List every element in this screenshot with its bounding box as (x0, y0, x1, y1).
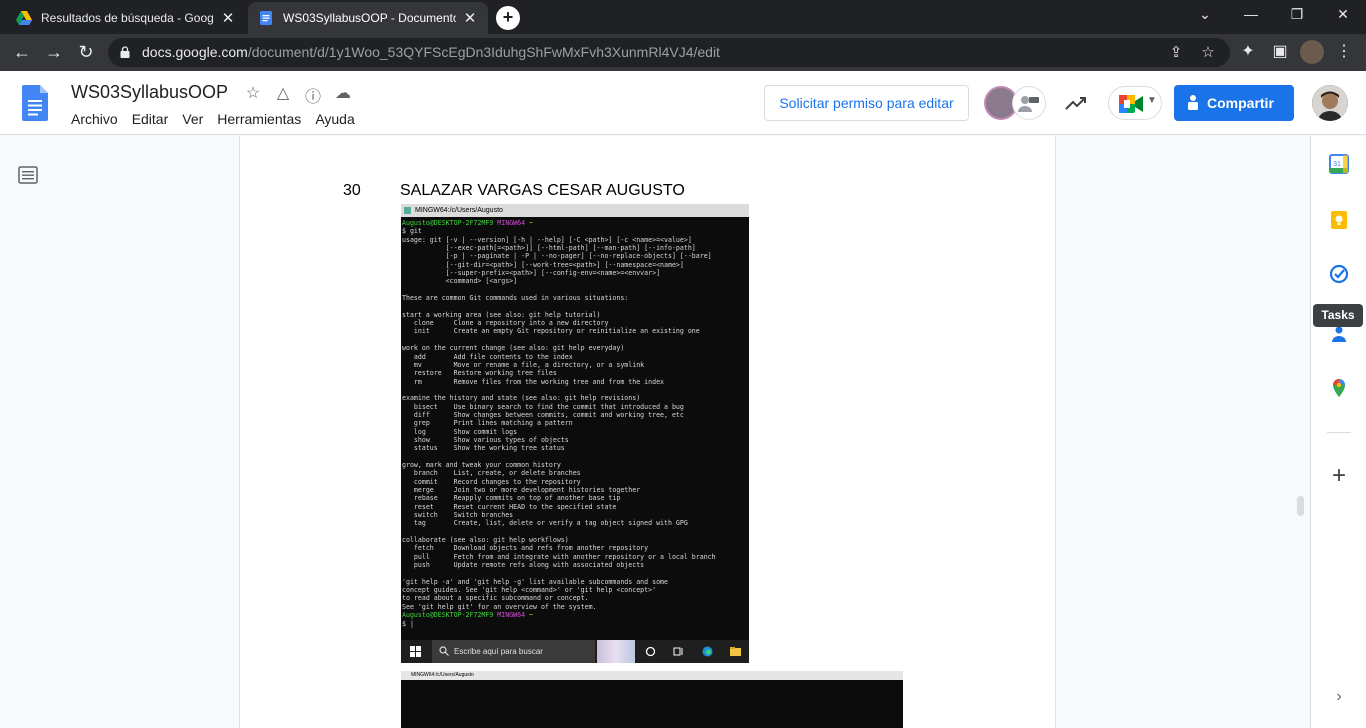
chevron-down-icon: ▼ (1147, 95, 1157, 106)
side-panel: 31 + › (1310, 136, 1366, 728)
taskbar-search-box: Escribe aquí para buscar (432, 640, 595, 663)
tab-document[interactable]: WS03SyllabusOOP - Documentos de Google ✕ (248, 2, 488, 34)
document-outline-icon[interactable] (18, 166, 38, 184)
terminal-title-bar: MINGW64:/c/Users/Augusto (401, 204, 749, 217)
url-text: docs.google.com/document/d/1y1Woo_53QYFS… (142, 44, 720, 60)
document-title[interactable]: WS03SyllabusOOP (71, 82, 228, 103)
menu-bar: Archivo Editar Ver Herramientas Ayuda (71, 111, 369, 127)
document-page[interactable]: 30 SALAZAR VARGAS CESAR AUGUSTO MINGW64:… (239, 136, 1056, 728)
close-tab-icon[interactable]: ✕ (462, 9, 478, 27)
file-explorer-icon (730, 647, 741, 656)
lock-person-icon (1188, 95, 1198, 110)
side-panel-icon[interactable]: ▣ (1268, 40, 1292, 64)
bookmark-star-icon[interactable]: ☆ (1198, 43, 1218, 63)
profile-avatar[interactable] (1300, 40, 1324, 64)
terminal-output: Augusto@DESKTOP-2F72MF9 MINGW64 ~ $ git … (402, 219, 716, 628)
menu-kebab-icon[interactable]: ⋮ (1332, 40, 1356, 64)
close-window-icon[interactable]: ✕ (1331, 6, 1355, 23)
windows-start-icon (410, 646, 421, 657)
add-shortcut-drive-icon[interactable]: △ (273, 83, 293, 103)
terminal-lines: $ git usage: git [-v | --version] [-h | … (402, 227, 716, 611)
menu-herramientas[interactable]: Herramientas (217, 111, 301, 127)
terminal-screenshot-image[interactable]: MINGW64:/c/Users/Augusto Augusto@DESKTOP… (401, 204, 749, 663)
lock-icon (120, 46, 130, 58)
request-edit-button[interactable]: Solicitar permiso para editar (764, 85, 969, 121)
side-panel-divider (1327, 432, 1351, 433)
taskbar-thumbnail (597, 640, 635, 663)
terminal-title-bar: MINGW64:/c/Users/Augusto (401, 671, 903, 680)
browser-tab-strip: Resultados de búsqueda - Google Drive ✕ … (0, 0, 1366, 34)
forward-arrow-icon[interactable]: → (42, 40, 66, 64)
activity-trend-icon[interactable] (1064, 91, 1088, 115)
search-icon (439, 646, 449, 656)
back-arrow-icon[interactable]: ← (10, 40, 34, 64)
menu-ayuda[interactable]: Ayuda (315, 111, 354, 127)
menu-ver[interactable]: Ver (182, 111, 203, 127)
row-number: 30 (343, 182, 361, 199)
address-bar[interactable]: docs.google.com/document/d/1y1Woo_53QYFS… (108, 38, 1230, 67)
menu-editar[interactable]: Editar (132, 111, 169, 127)
new-tab-button[interactable]: + (496, 6, 520, 30)
google-meet-icon (1119, 95, 1143, 113)
tab-title: Resultados de búsqueda - Google Drive (41, 11, 214, 25)
anonymous-viewers-icon[interactable] (1012, 86, 1046, 120)
docs-header: WS03SyllabusOOP ☆ △ ⓘ ☁ Archivo Editar V… (0, 71, 1366, 135)
cloud-status-icon[interactable]: ☁ (333, 83, 353, 103)
browser-toolbar: ← → ↻ docs.google.com/document/d/1y1Woo_… (0, 34, 1366, 71)
student-name: SALAZAR VARGAS CESAR AUGUSTO (400, 182, 685, 199)
keep-icon[interactable] (1329, 210, 1349, 230)
windows-taskbar: Escribe aquí para buscar (401, 640, 749, 663)
document-canvas: 30 SALAZAR VARGAS CESAR AUGUSTO MINGW64:… (0, 136, 1310, 728)
scrollbar-thumb[interactable] (1297, 496, 1304, 516)
expand-panel-chevron-icon[interactable]: › (1329, 688, 1349, 708)
maps-icon[interactable] (1329, 378, 1349, 398)
cortana-icon (645, 646, 656, 657)
menu-archivo[interactable]: Archivo (71, 111, 118, 127)
extensions-puzzle-icon[interactable]: ✦ (1236, 40, 1260, 64)
info-icon[interactable]: ⓘ (303, 83, 323, 106)
minimize-icon[interactable]: — (1239, 6, 1263, 22)
share-button[interactable]: Compartir (1174, 85, 1294, 121)
calendar-icon[interactable]: 31 (1329, 154, 1349, 174)
share-page-icon[interactable]: ⇪ (1166, 43, 1186, 63)
tab-drive-search[interactable]: Resultados de búsqueda - Google Drive ✕ (6, 2, 246, 34)
mingw-icon (404, 207, 411, 214)
add-addon-icon[interactable]: + (1329, 464, 1349, 488)
restore-window-icon[interactable]: ❐ (1285, 6, 1309, 23)
tab-title: WS03SyllabusOOP - Documentos de Google (283, 11, 456, 25)
second-terminal-screenshot[interactable]: MINGW64:/c/Users/Augusto (401, 671, 903, 728)
docs-logo-icon[interactable] (22, 85, 48, 121)
user-avatar[interactable] (1312, 85, 1348, 121)
tab-search-chevron-icon[interactable]: ⌄ (1193, 6, 1217, 23)
contacts-icon[interactable] (1329, 324, 1349, 344)
task-view-icon (673, 647, 683, 656)
meet-button[interactable]: ▼ (1108, 86, 1162, 120)
edge-icon (702, 646, 713, 657)
svg-text:31: 31 (1333, 161, 1341, 168)
tasks-icon[interactable] (1329, 264, 1349, 284)
tasks-tooltip: Tasks (1313, 304, 1363, 327)
close-tab-icon[interactable]: ✕ (220, 9, 236, 27)
google-drive-icon (16, 11, 32, 25)
reload-icon[interactable]: ↻ (74, 40, 98, 64)
star-icon[interactable]: ☆ (243, 83, 263, 103)
google-docs-icon (260, 11, 272, 25)
